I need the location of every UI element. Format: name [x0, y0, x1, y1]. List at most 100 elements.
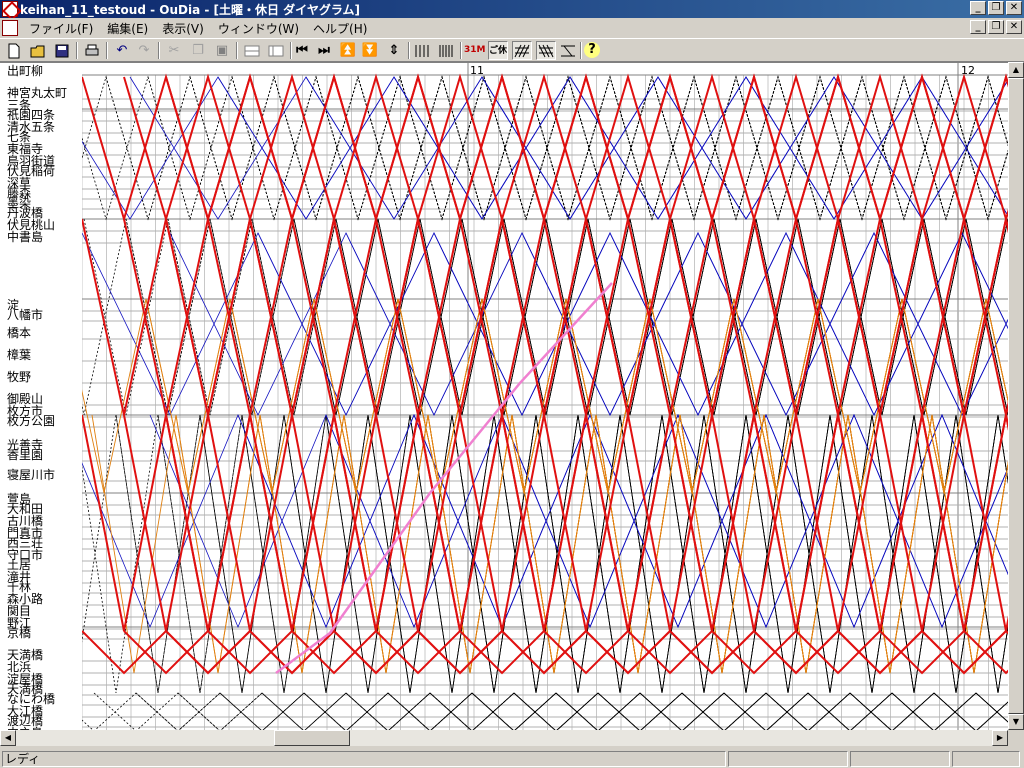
- train-line-local: [169, 232, 1008, 416]
- station-label: 出町柳: [7, 64, 44, 78]
- train-diagram[interactable]: [0, 63, 1008, 730]
- train-line-local: [501, 413, 1008, 629]
- vlines-icon[interactable]: [412, 41, 432, 60]
- scroll-right-icon[interactable]: ▶: [992, 730, 1008, 746]
- train-line-local: [345, 232, 1008, 416]
- horizontal-scrollbar[interactable]: ◀ ▶: [0, 730, 1008, 746]
- train-line-local-dotted: [167, 218, 1008, 416]
- doc-restore-button[interactable]: ❐: [988, 20, 1004, 34]
- cut-icon[interactable]: ✂: [164, 41, 184, 60]
- station-label: 枚方公園: [7, 414, 56, 428]
- timetable-icon[interactable]: [242, 41, 262, 60]
- train-line-local-dotted: [31, 414, 1008, 694]
- train-line-limited-express: [81, 629, 1008, 675]
- scroll-up-icon[interactable]: ▲: [1008, 62, 1024, 78]
- train-line-local-dotted: [399, 75, 1008, 221]
- vertical-scroll-thumb[interactable]: [1008, 78, 1024, 714]
- diagram-stop-icon[interactable]: [558, 41, 578, 60]
- help-icon[interactable]: ?: [584, 42, 600, 58]
- train-line-local-dotted: [147, 75, 1008, 221]
- vertical-scrollbar[interactable]: ▲ ▼: [1008, 62, 1024, 730]
- train-line-limited-express: [165, 414, 1008, 632]
- train-line-express: [427, 414, 1008, 674]
- station-label: 寝屋川市: [7, 468, 56, 482]
- station-list: 出町柳 神宮丸太町 三条 祇園四条 清水五条 七条 東福寺 鳥羽街道 伏見稲荷 深草 藤森 墨染 丹波橋…: [0, 63, 82, 730]
- undo-icon[interactable]: ↶: [112, 41, 132, 60]
- status-bar: レディ: [0, 748, 1024, 768]
- bottom-icon[interactable]: ⏬: [360, 41, 380, 60]
- menu-bar: ファイル(F) 編集(E) 表示(V) ウィンドウ(W) ヘルプ(H) _ ❐ …: [0, 18, 1024, 37]
- horizontal-scroll-thumb[interactable]: [274, 730, 350, 746]
- train-line-local: [81, 232, 1008, 416]
- train-line-local-dotted: [345, 692, 1008, 730]
- paste-icon[interactable]: ▣: [212, 41, 232, 60]
- menu-edit[interactable]: 編集(E): [100, 20, 155, 37]
- scroll-left-icon[interactable]: ◀: [0, 730, 16, 746]
- vlines-dense-icon[interactable]: [436, 41, 456, 60]
- first-icon[interactable]: ⏮: [292, 41, 312, 60]
- train-line-limited-express: [81, 73, 1008, 223]
- train-line-local-dotted: [441, 75, 1008, 221]
- doc-close-button[interactable]: ✕: [1006, 20, 1022, 34]
- train-line-local-dotted: [357, 75, 1008, 221]
- diagram-down-icon[interactable]: [536, 41, 556, 60]
- document-icon[interactable]: [2, 20, 18, 36]
- train-line-limited-express: [81, 218, 1008, 416]
- station-label: 牧野: [7, 370, 32, 384]
- minimize-button[interactable]: _: [970, 1, 986, 15]
- print-icon[interactable]: [82, 41, 102, 60]
- train-line-local-dotted: [21, 75, 1008, 221]
- station-label: 京橋: [7, 626, 32, 640]
- menu-view[interactable]: 表示(V): [155, 20, 211, 37]
- train-line-local-dotted: [409, 414, 1008, 694]
- train-line-local-dotted: [157, 414, 1008, 694]
- train-line-local-dotted: [325, 414, 1008, 694]
- hour-label-11: 11: [470, 64, 484, 77]
- diagram-area[interactable]: 出町柳 神宮丸太町 三条 祇園四条 清水五条 七条 東福寺 鳥羽街道 伏見稲荷 深草 藤森 墨染 丹波橋…: [0, 62, 1008, 730]
- last-icon[interactable]: ⏭: [314, 41, 334, 60]
- station-label: 八幡市: [7, 308, 44, 322]
- button-31m[interactable]: 31M: [464, 41, 485, 60]
- doc-minimize-button[interactable]: _: [970, 20, 986, 34]
- scroll-down-icon[interactable]: ▼: [1008, 714, 1024, 730]
- title-bar: keihan_11_testoud - OuDia - [土曜・休日 ダイヤグラ…: [0, 0, 1024, 18]
- train-line-local: [217, 76, 1008, 220]
- menu-file[interactable]: ファイル(F): [22, 20, 100, 37]
- station-label: 樟葉: [7, 348, 32, 362]
- train-line-local-dotted: [483, 75, 1008, 221]
- train-line-local-dotted: [261, 692, 1008, 730]
- new-file-icon[interactable]: [4, 41, 24, 60]
- app-icon[interactable]: [2, 1, 18, 17]
- status-pane-2: [850, 751, 950, 767]
- train-line-local-dotted: [513, 692, 1008, 730]
- copy-icon[interactable]: ❐: [188, 41, 208, 60]
- station-label: 香里園: [7, 448, 44, 462]
- center-icon[interactable]: ⇕: [384, 41, 404, 60]
- top-icon[interactable]: ⏫: [338, 41, 358, 60]
- button-ikou[interactable]: ご休: [488, 41, 508, 60]
- train-line-local-dotted: [51, 692, 1008, 730]
- timetable-alt-icon[interactable]: [266, 41, 286, 60]
- diagram-up-icon[interactable]: [512, 41, 532, 60]
- status-pane-3: [952, 751, 1020, 767]
- save-icon[interactable]: [52, 41, 72, 60]
- scroll-corner: [1008, 730, 1024, 746]
- train-line-local-dotted: [83, 218, 1008, 416]
- restore-button[interactable]: ❐: [988, 1, 1004, 15]
- menu-window[interactable]: ウィンドウ(W): [211, 20, 306, 37]
- menu-help[interactable]: ヘルプ(H): [306, 20, 374, 37]
- redo-icon[interactable]: ↷: [134, 41, 154, 60]
- train-line-local-dotted: [273, 75, 1008, 221]
- open-folder-icon[interactable]: [28, 41, 48, 60]
- hour-label-12: 12: [961, 64, 975, 77]
- train-line-local-dotted: [231, 75, 1008, 221]
- status-pane-1: [728, 751, 848, 767]
- station-label: 中書島: [7, 230, 44, 244]
- toolbar: ↶ ↷ ✂ ❐ ▣ ⏮ ⏭ ⏫ ⏬ ⇕ 31M ご休 ?: [0, 38, 1024, 62]
- close-button[interactable]: ✕: [1006, 1, 1022, 15]
- station-label: 橋本: [7, 326, 32, 340]
- train-line-local-dotted: [315, 75, 1008, 221]
- train-line-local-dotted: [335, 218, 1008, 416]
- status-text: レディ: [2, 751, 726, 767]
- train-line-local-dotted: [251, 218, 1008, 416]
